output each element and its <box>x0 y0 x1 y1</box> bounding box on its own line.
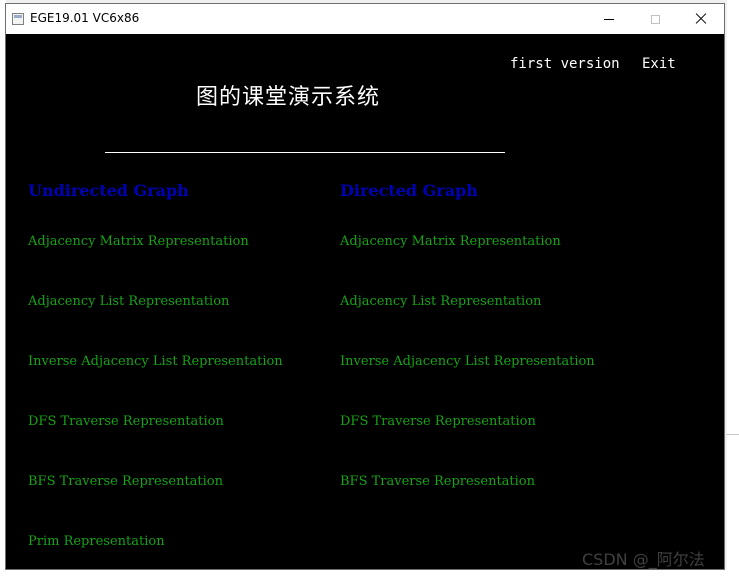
graph-demo-canvas: first version Exit 图的课堂演示系统 Undirected G… <box>6 34 724 569</box>
page-title: 图的课堂演示系统 <box>196 85 381 110</box>
close-button[interactable] <box>678 4 724 34</box>
close-icon <box>695 13 707 25</box>
first-version-button[interactable]: first version <box>510 56 620 72</box>
app-window: EGE19.01 VC6x86 first version Exit 图的课堂演… <box>5 3 725 570</box>
undirected-adjacency-list-button[interactable]: Adjacency List Representation <box>28 294 229 309</box>
undirected-prim-button[interactable]: Prim Representation <box>28 534 165 549</box>
title-bar[interactable]: EGE19.01 VC6x86 <box>6 4 724 34</box>
minimize-button[interactable] <box>586 4 632 34</box>
directed-bfs-traverse-button[interactable]: BFS Traverse Representation <box>340 474 535 489</box>
undirected-bfs-traverse-button[interactable]: BFS Traverse Representation <box>28 474 223 489</box>
directed-graph-heading: Directed Graph <box>340 181 478 200</box>
undirected-adjacency-matrix-button[interactable]: Adjacency Matrix Representation <box>28 234 249 249</box>
maximize-icon <box>650 14 660 24</box>
app-window-icon <box>12 13 24 25</box>
undirected-graph-heading: Undirected Graph <box>28 181 189 200</box>
background-desktop-bottom <box>0 569 739 577</box>
csdn-watermark: CSDN @_阿尔法 <box>582 550 705 569</box>
title-divider <box>105 152 505 153</box>
exit-button[interactable]: Exit <box>642 56 676 72</box>
directed-inverse-adjacency-list-button[interactable]: Inverse Adjacency List Representation <box>340 354 595 369</box>
minimize-icon <box>604 18 614 20</box>
maximize-button[interactable] <box>632 4 678 34</box>
directed-adjacency-matrix-button[interactable]: Adjacency Matrix Representation <box>340 234 561 249</box>
undirected-inverse-adjacency-list-button[interactable]: Inverse Adjacency List Representation <box>28 354 283 369</box>
undirected-dfs-traverse-button[interactable]: DFS Traverse Representation <box>28 414 224 429</box>
background-divider <box>726 434 739 435</box>
directed-dfs-traverse-button[interactable]: DFS Traverse Representation <box>340 414 536 429</box>
background-desktop-right <box>727 0 739 577</box>
directed-adjacency-list-button[interactable]: Adjacency List Representation <box>340 294 541 309</box>
window-title: EGE19.01 VC6x86 <box>30 11 140 25</box>
